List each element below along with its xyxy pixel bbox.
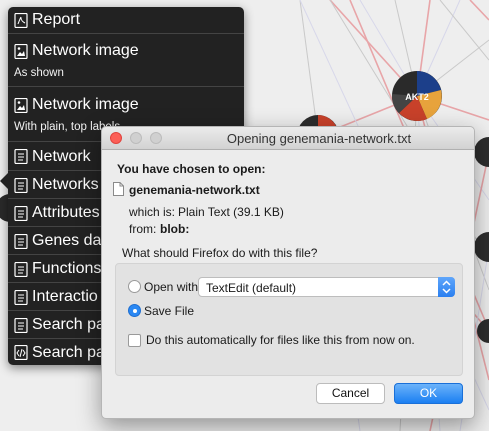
text-file-icon (14, 289, 28, 305)
auto-label[interactable]: Do this automatically for files like thi… (146, 333, 415, 347)
text-file-icon (14, 317, 28, 333)
text-file-icon (14, 177, 28, 193)
menu-item-report[interactable]: Report (8, 7, 244, 34)
text-file-icon (14, 205, 28, 221)
question-text: What should Firefox do with this file? (122, 246, 318, 260)
close-button[interactable] (110, 132, 122, 144)
document-icon (113, 182, 124, 196)
dialog-title: Opening genemania-network.txt (226, 131, 412, 146)
ok-button[interactable]: OK (394, 383, 463, 404)
open-with-radio[interactable] (128, 280, 141, 293)
image-icon (14, 97, 28, 113)
save-file-label[interactable]: Save File (144, 304, 194, 318)
menu-item-label: Report (32, 11, 81, 28)
menu-item-label: Interactio (32, 288, 98, 305)
menu-item-label: Network (32, 147, 91, 165)
auto-checkbox[interactable] (128, 334, 141, 347)
intro-text: You have chosen to open: (117, 162, 266, 176)
menu-item-label: Search pa (32, 343, 105, 361)
menu-item-network-image-as-shown[interactable]: Network image As shown (8, 35, 244, 87)
which-is-label: which is: (129, 205, 176, 219)
from-source: blob: (160, 222, 190, 236)
text-file-icon (14, 233, 28, 249)
menu-item-label: Attributes (32, 204, 100, 221)
download-dialog: Opening genemania-network.txt You have c… (101, 126, 475, 419)
menu-item-sublabel: As shown (14, 67, 64, 79)
node-label: AKT2 (405, 92, 429, 102)
code-file-icon (14, 345, 28, 360)
text-file-icon (14, 149, 28, 164)
from-label: from: (129, 222, 157, 236)
cancel-button[interactable]: Cancel (316, 383, 385, 404)
zoom-button[interactable] (150, 132, 162, 144)
select-arrows-icon (438, 277, 455, 297)
menu-item-label: Networks (32, 176, 99, 193)
menu-item-label: Network image (32, 42, 139, 59)
open-with-app: TextEdit (default) (206, 281, 297, 295)
minimize-button[interactable] (130, 132, 142, 144)
open-with-label[interactable]: Open with (144, 280, 198, 294)
file-name: genemania-network.txt (129, 183, 260, 197)
text-file-icon (14, 261, 28, 277)
menu-item-label: Search pa (32, 316, 105, 333)
dialog-titlebar[interactable]: Opening genemania-network.txt (102, 127, 474, 150)
save-file-radio[interactable] (128, 304, 141, 317)
image-icon (14, 43, 28, 59)
file-type: Plain Text (39.1 KB) (178, 205, 284, 219)
open-with-select[interactable]: TextEdit (default) (198, 277, 455, 297)
menu-item-label: Functions (32, 260, 102, 277)
pdf-icon (14, 12, 28, 28)
menu-item-label: Genes da (32, 232, 102, 249)
network-node-akt2[interactable]: AKT2 (391, 71, 442, 121)
menu-pointer (0, 172, 9, 190)
menu-item-label: Network image (32, 96, 139, 113)
